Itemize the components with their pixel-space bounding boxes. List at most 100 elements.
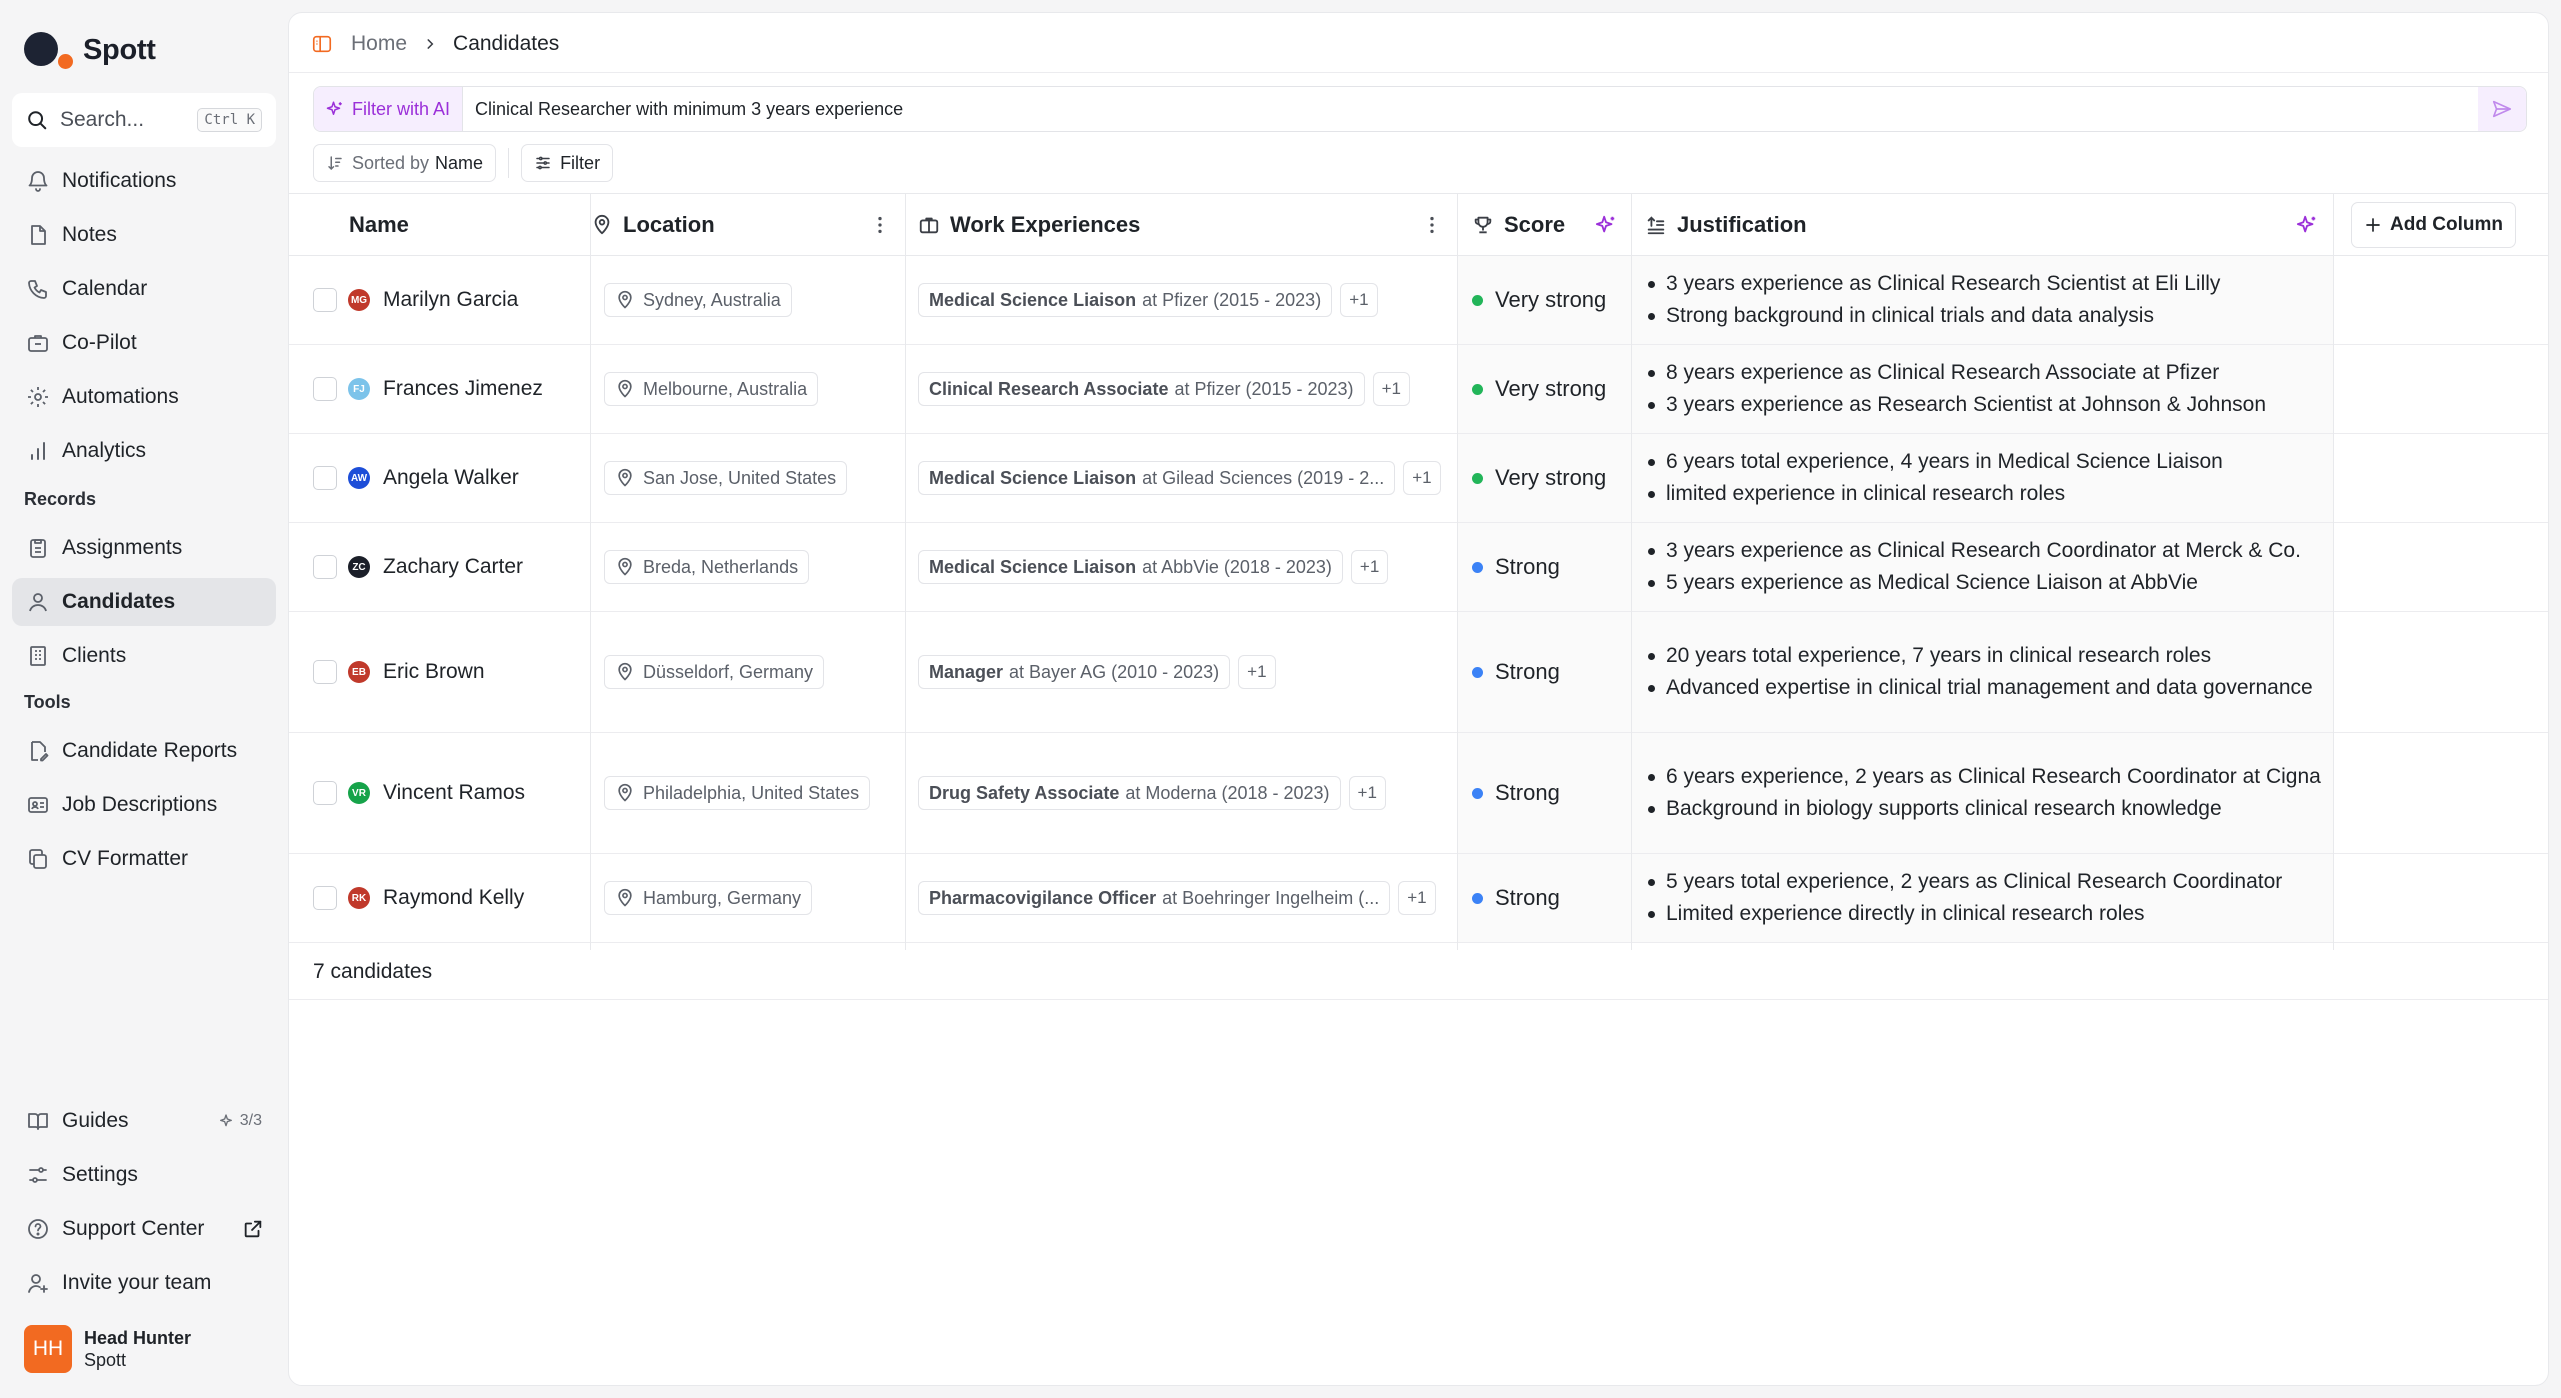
table-row[interactable]: RK Raymond Kelly Hamburg, Germany Pharma… (289, 854, 2548, 943)
sort-button[interactable]: Sorted by Name (313, 144, 497, 182)
justification-list: 3 years experience as Clinical Research … (1644, 268, 2220, 332)
location-chip[interactable]: Sydney, Australia (604, 283, 792, 317)
nav-automations[interactable]: Automations (12, 373, 276, 421)
column-header-name[interactable]: Name (349, 194, 579, 255)
nav-notes[interactable]: Notes (12, 211, 276, 259)
name-cell: RK Raymond Kelly (348, 854, 524, 942)
nav-support-center[interactable]: Support Center (12, 1205, 276, 1253)
location-chip[interactable]: Breda, Netherlands (604, 550, 810, 584)
row-checkbox[interactable] (313, 288, 337, 312)
brand[interactable]: Spott (24, 30, 156, 70)
more-vertical-icon[interactable] (869, 214, 891, 236)
user-profile[interactable]: HH Head Hunter Spott (24, 1325, 191, 1373)
location-chip[interactable]: San Jose, United States (604, 461, 848, 495)
nav-candidates[interactable]: Candidates (12, 578, 276, 626)
ai-filter-chip[interactable]: Filter with AI (314, 87, 464, 131)
nav-analytics[interactable]: Analytics (12, 427, 276, 475)
candidate-name[interactable]: Eric Brown (383, 660, 485, 684)
sidebar-toggle-icon[interactable] (311, 33, 333, 55)
column-header-justification[interactable]: Justification (1645, 194, 2332, 255)
sparkles-icon[interactable] (2296, 214, 2318, 236)
location-cell: Düsseldorf, Germany (604, 612, 825, 732)
nav-settings[interactable]: Settings (12, 1151, 276, 1199)
more-experiences-chip[interactable]: +1 (1340, 283, 1378, 317)
more-experiences-chip[interactable]: +1 (1398, 881, 1436, 915)
add-column-label: Add Column (2390, 214, 2503, 235)
location-text: San Jose, United States (643, 467, 837, 488)
more-experiences-chip[interactable]: +1 (1238, 655, 1276, 689)
send-button[interactable] (2478, 87, 2526, 131)
more-experiences-chip[interactable]: +1 (1350, 550, 1389, 584)
table-row[interactable]: AW Angela Walker San Jose, United States… (289, 434, 2548, 523)
ai-filter-input[interactable] (463, 98, 2478, 120)
work-experience-chip[interactable]: Manager at Bayer AG (2010 - 2023) (918, 655, 1231, 689)
candidate-name[interactable]: Raymond Kelly (383, 886, 524, 910)
work-experience-chip[interactable]: Medical Science Liaison at Pfizer (2015 … (918, 283, 1333, 317)
nav-invite-team[interactable]: Invite your team (12, 1259, 276, 1307)
work-company: at Gilead Sciences (2019 - 2... (1142, 467, 1385, 488)
nav-notifications[interactable]: Notifications (12, 157, 276, 205)
nav-assignments[interactable]: Assignments (12, 524, 276, 572)
candidate-name[interactable]: Zachary Carter (383, 555, 523, 579)
work-experience-chip[interactable]: Drug Safety Associate at Moderna (2018 -… (918, 776, 1341, 810)
nav-guides[interactable]: Guides 3/3 (12, 1097, 276, 1145)
work-cell: Manager at Bayer AG (2010 - 2023) +1 (918, 612, 1276, 732)
column-header-work-experiences[interactable]: Work Experiences (918, 194, 1457, 255)
candidate-name[interactable]: Marilyn Garcia (383, 288, 518, 312)
sparkles-icon[interactable] (1595, 214, 1617, 236)
breadcrumb-home[interactable]: Home (351, 32, 407, 56)
table-row[interactable]: MG Marilyn Garcia Sydney, Australia Medi… (289, 256, 2548, 345)
row-checkbox[interactable] (313, 377, 337, 401)
nav-label: Job Descriptions (62, 793, 218, 816)
more-experiences-chip[interactable]: +1 (1403, 461, 1441, 495)
row-checkbox[interactable] (313, 555, 337, 579)
candidate-name[interactable]: Angela Walker (383, 466, 519, 490)
candidate-name[interactable]: Frances Jimenez (383, 377, 543, 401)
location-chip[interactable]: Melbourne, Australia (604, 372, 819, 406)
work-experience-chip[interactable]: Medical Science Liaison at Gilead Scienc… (918, 461, 1396, 495)
column-label: Name (349, 211, 409, 237)
nav-calendar[interactable]: Calendar (12, 265, 276, 313)
work-experience-chip[interactable]: Clinical Research Associate at Pfizer (2… (918, 372, 1365, 406)
table-body: MG Marilyn Garcia Sydney, Australia Medi… (289, 256, 2548, 943)
nav-job-descriptions[interactable]: Job Descriptions (12, 781, 276, 829)
search-input[interactable]: Search... Ctrl K (12, 93, 276, 147)
location-chip[interactable]: Philadelphia, United States (604, 776, 871, 810)
score-label: Strong (1495, 659, 1560, 684)
justification-cell: 6 years total experience, 4 years in Med… (1632, 434, 2333, 522)
nav-candidate-reports[interactable]: Candidate Reports (12, 727, 276, 775)
gear-icon (28, 387, 48, 407)
location-text: Philadelphia, United States (643, 782, 860, 803)
location-chip[interactable]: Düsseldorf, Germany (604, 655, 825, 689)
more-vertical-icon[interactable] (1421, 214, 1443, 236)
row-checkbox[interactable] (313, 781, 337, 805)
more-experiences-chip[interactable]: +1 (1348, 776, 1386, 810)
row-checkbox[interactable] (313, 886, 337, 910)
filter-label: Filter (560, 152, 601, 173)
nav-clients[interactable]: Clients (12, 632, 276, 680)
table-row[interactable]: ZC Zachary Carter Breda, Netherlands Med… (289, 523, 2548, 612)
search-placeholder: Search... (60, 108, 145, 131)
row-checkbox[interactable] (313, 660, 337, 684)
briefcase-icon (919, 217, 939, 233)
justification-point: 3 years experience as Clinical Research … (1644, 268, 2220, 300)
filter-button[interactable]: Filter (521, 144, 614, 182)
nav-cv-formatter[interactable]: CV Formatter (12, 835, 276, 883)
score-label: Very strong (1495, 287, 1607, 312)
column-divider (1631, 193, 1632, 950)
more-experiences-chip[interactable]: +1 (1372, 372, 1410, 406)
column-header-location[interactable]: Location (591, 194, 905, 255)
table-row[interactable]: FJ Frances Jimenez Melbourne, Australia … (289, 345, 2548, 434)
location-chip[interactable]: Hamburg, Germany (604, 881, 813, 915)
add-column-button[interactable]: Add Column (2351, 202, 2516, 248)
nav-co-pilot[interactable]: Co-Pilot (12, 319, 276, 367)
candidate-name[interactable]: Vincent Ramos (383, 781, 525, 805)
row-checkbox[interactable] (313, 466, 337, 490)
table-row[interactable]: EB Eric Brown Düsseldorf, Germany Manage… (289, 612, 2548, 733)
justification-point: 5 years experience as Medical Science Li… (1644, 567, 2301, 599)
sliders-icon (29, 1167, 47, 1183)
column-header-score[interactable]: Score (1472, 194, 1631, 255)
table-row[interactable]: VR Vincent Ramos Philadelphia, United St… (289, 733, 2548, 854)
work-experience-chip[interactable]: Pharmacovigilance Officer at Boehringer … (918, 881, 1391, 915)
work-experience-chip[interactable]: Medical Science Liaison at AbbVie (2018 … (918, 550, 1343, 584)
